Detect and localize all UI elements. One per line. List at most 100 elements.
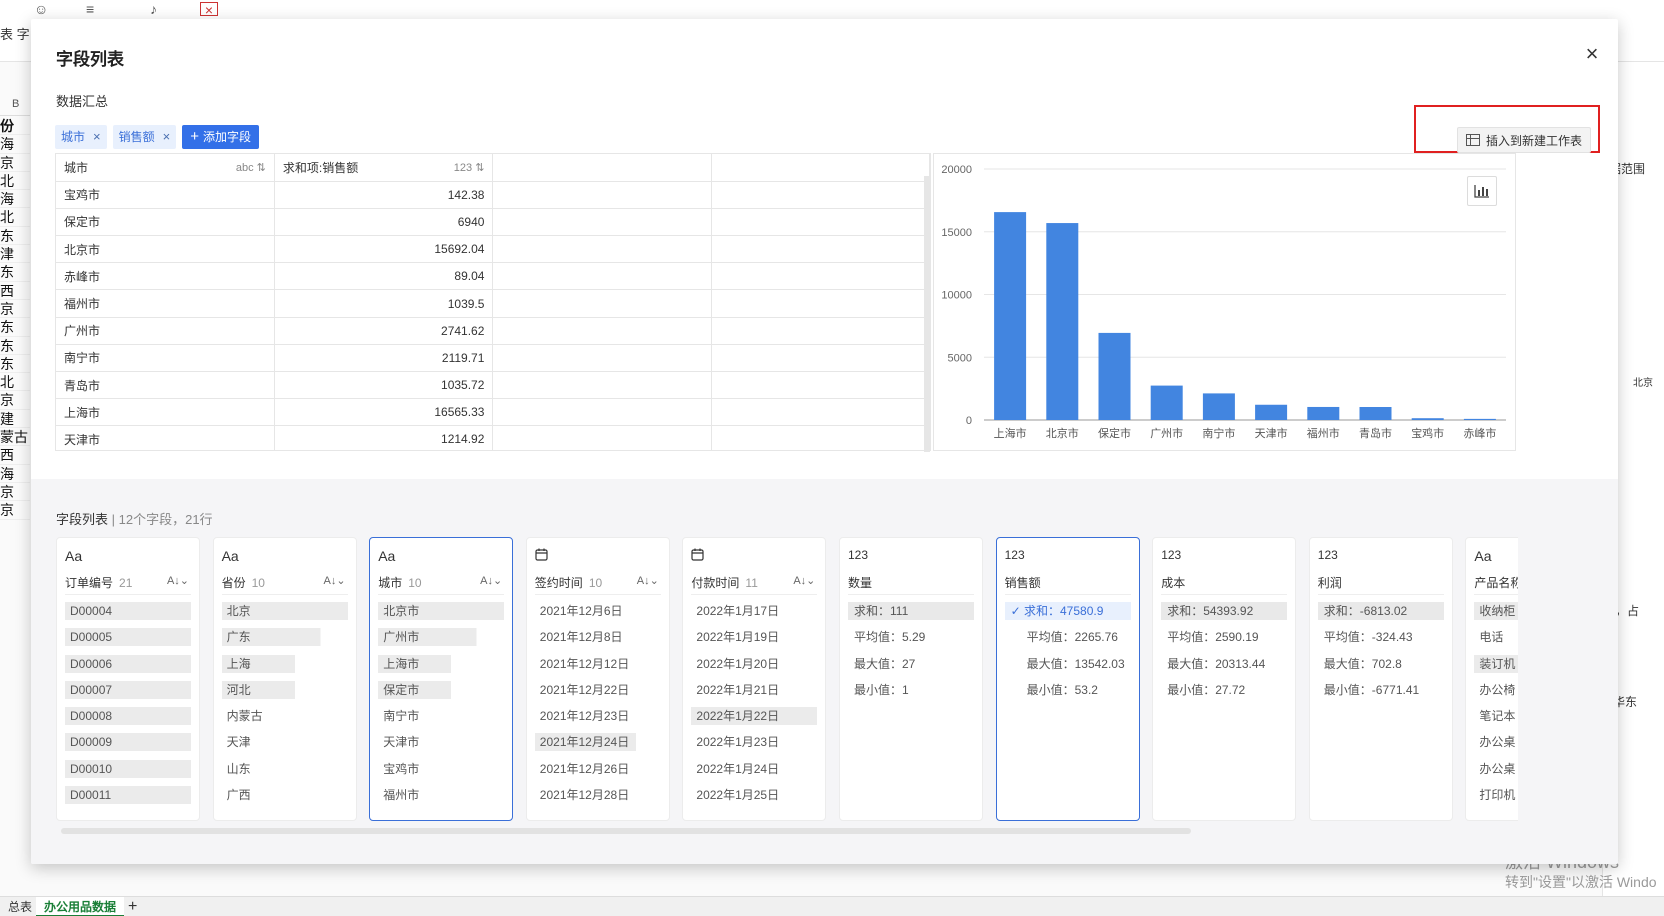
value-item[interactable]: 2021年12月23日 (535, 707, 661, 725)
ribbon-tab-label[interactable]: 表 字 (0, 24, 30, 43)
bar[interactable] (1359, 407, 1392, 420)
cell[interactable]: 份 (0, 117, 30, 136)
field-card[interactable]: 123 成本 求和：54393.92 平均值：2590.19 最大值：20313.44 最… (1152, 537, 1297, 821)
insert-to-new-sheet-button[interactable]: 插入到新建工作表 (1457, 127, 1592, 153)
bar[interactable] (1098, 332, 1131, 420)
cell[interactable]: 东 (0, 337, 30, 355)
field-card[interactable]: 123 销售额 ✓ 求和：47580.9 平均值：2265.76 最大值：13542.0… (995, 537, 1140, 821)
delete-sheet-icon[interactable]: × (200, 2, 218, 17)
value-item[interactable]: 上海 (221, 654, 348, 673)
add-field-button[interactable]: + 添加字段 (182, 125, 259, 149)
city-cell[interactable]: 天津市 (56, 425, 275, 450)
column-header-sales-sum[interactable]: 求和项:销售额 123 ⇅ (274, 154, 494, 182)
cell[interactable]: 东 (0, 355, 30, 374)
value-item[interactable]: 天津市 (378, 733, 504, 751)
column-header-b[interactable]: B (0, 98, 30, 116)
bar[interactable] (994, 212, 1027, 420)
cell[interactable]: 西 (0, 446, 30, 465)
value-item[interactable]: 2022年1月25日 (691, 786, 817, 804)
city-cell[interactable]: 上海市 (56, 398, 275, 427)
value-item[interactable]: 北京市 (378, 602, 505, 620)
value-item[interactable]: 笔记本 (1474, 707, 1518, 725)
stat-item[interactable]: 平均值：5.29 (848, 628, 974, 646)
field-card[interactable]: 123 数量 求和：111 平均值：5.29 最大值：27 最小值：1 (839, 537, 983, 821)
sales-sum-cell[interactable]: 142.38 (274, 181, 494, 209)
cell[interactable]: 西 (0, 282, 30, 300)
cards-horizontal-scrollbar[interactable] (61, 828, 1191, 834)
city-cell[interactable]: 宝鸡市 (56, 181, 275, 209)
value-item[interactable]: 2021年12月28日 (535, 786, 661, 804)
stat-item[interactable]: 最小值：53.2 (1005, 681, 1131, 699)
stat-item[interactable]: 最小值：27.72 (1161, 681, 1287, 699)
cell[interactable]: 京 (0, 300, 30, 319)
value-item[interactable]: 山东 (222, 760, 348, 778)
headset-icon[interactable]: ♪ (150, 2, 172, 16)
field-chip-city[interactable]: 城市 × (55, 125, 107, 149)
value-item[interactable]: 办公桌 (1474, 760, 1518, 778)
value-item[interactable]: D00007 (65, 680, 191, 699)
value-item[interactable]: D00008 (65, 707, 191, 726)
sort-icon[interactable]: A↓⌄ (480, 574, 502, 587)
sales-sum-cell[interactable]: 1035.72 (274, 371, 494, 400)
value-item[interactable]: 河北 (221, 680, 348, 699)
stat-item[interactable]: 最大值：27 (848, 655, 974, 673)
cell[interactable]: 津 (0, 245, 30, 264)
bar[interactable] (1150, 385, 1183, 420)
cell[interactable]: 东 (0, 263, 30, 282)
value-item[interactable]: 2021年12月8日 (535, 628, 661, 646)
stat-item[interactable]: 最大值：20313.44 (1161, 655, 1287, 673)
stat-item[interactable]: 求和：54393.92 (1161, 602, 1288, 620)
value-item[interactable]: 办公椅 (1474, 681, 1518, 699)
cell[interactable]: 京 (0, 501, 30, 520)
bar[interactable] (1463, 418, 1496, 420)
database-icon[interactable]: ≡ (86, 2, 108, 16)
sort-icon[interactable]: A↓⌄ (167, 574, 189, 587)
value-item[interactable]: 2021年12月6日 (535, 602, 661, 620)
value-item[interactable]: 广州市 (378, 628, 505, 647)
field-chip-sales[interactable]: 销售额 × (112, 125, 177, 149)
sales-sum-cell[interactable]: 2741.62 (274, 317, 494, 345)
cell[interactable]: 海 (0, 465, 30, 483)
number-type-sort-icon[interactable]: 123 ⇅ (454, 161, 485, 174)
value-item[interactable]: 办公桌 (1474, 733, 1518, 751)
value-item[interactable]: D00011 (65, 786, 191, 805)
value-item[interactable]: 2022年1月17日 (691, 602, 817, 620)
value-item[interactable]: 保定市 (378, 680, 505, 699)
city-cell[interactable]: 北京市 (56, 235, 275, 264)
bar[interactable] (1202, 393, 1235, 420)
city-cell[interactable]: 福州市 (56, 289, 275, 318)
bar[interactable] (1255, 404, 1288, 420)
value-item[interactable]: 收纳柜 (1474, 602, 1518, 620)
value-item[interactable]: 上海市 (378, 654, 505, 673)
value-item[interactable]: D00004 (65, 602, 191, 620)
value-item[interactable]: 2022年1月24日 (691, 760, 817, 778)
stat-item[interactable]: 最大值：13542.03 (1005, 655, 1131, 673)
stat-item[interactable]: 求和：-6813.02 (1317, 602, 1444, 620)
bar[interactable] (1307, 406, 1340, 420)
stat-item[interactable]: ✓ 求和：47580.9 (1004, 602, 1131, 620)
close-icon[interactable]: × (1579, 41, 1605, 67)
stat-item[interactable]: 平均值：2265.76 (1005, 628, 1131, 646)
value-item[interactable]: 装订机 (1474, 654, 1518, 673)
table-vertical-scrollbar[interactable] (924, 176, 930, 452)
sort-icon[interactable]: A↓⌄ (637, 574, 659, 587)
cell[interactable]: 东 (0, 318, 30, 337)
cell[interactable]: 京 (0, 483, 30, 502)
value-item[interactable]: 2022年1月23日 (691, 733, 817, 751)
value-item[interactable]: 2021年12月26日 (535, 760, 661, 778)
sales-sum-cell[interactable]: 16565.33 (274, 398, 494, 427)
value-item[interactable]: D00005 (65, 628, 191, 647)
stat-item[interactable]: 平均值：2590.19 (1161, 628, 1287, 646)
value-item[interactable]: 2022年1月20日 (691, 655, 817, 673)
remove-chip-icon[interactable]: × (93, 125, 101, 149)
cell[interactable]: 京 (0, 391, 30, 410)
cell[interactable]: 东 (0, 227, 30, 246)
cell[interactable]: 建 (0, 410, 30, 429)
value-item[interactable]: 电话 (1474, 628, 1518, 646)
stat-item[interactable]: 最小值：1 (848, 681, 974, 699)
city-cell[interactable]: 赤峰市 (56, 262, 275, 291)
column-header-city[interactable]: 城市 abc ⇅ (56, 154, 275, 182)
value-item[interactable]: 南宁市 (378, 707, 504, 725)
value-item[interactable]: 北京 (221, 602, 348, 620)
cell[interactable]: 蒙古 (0, 428, 30, 447)
